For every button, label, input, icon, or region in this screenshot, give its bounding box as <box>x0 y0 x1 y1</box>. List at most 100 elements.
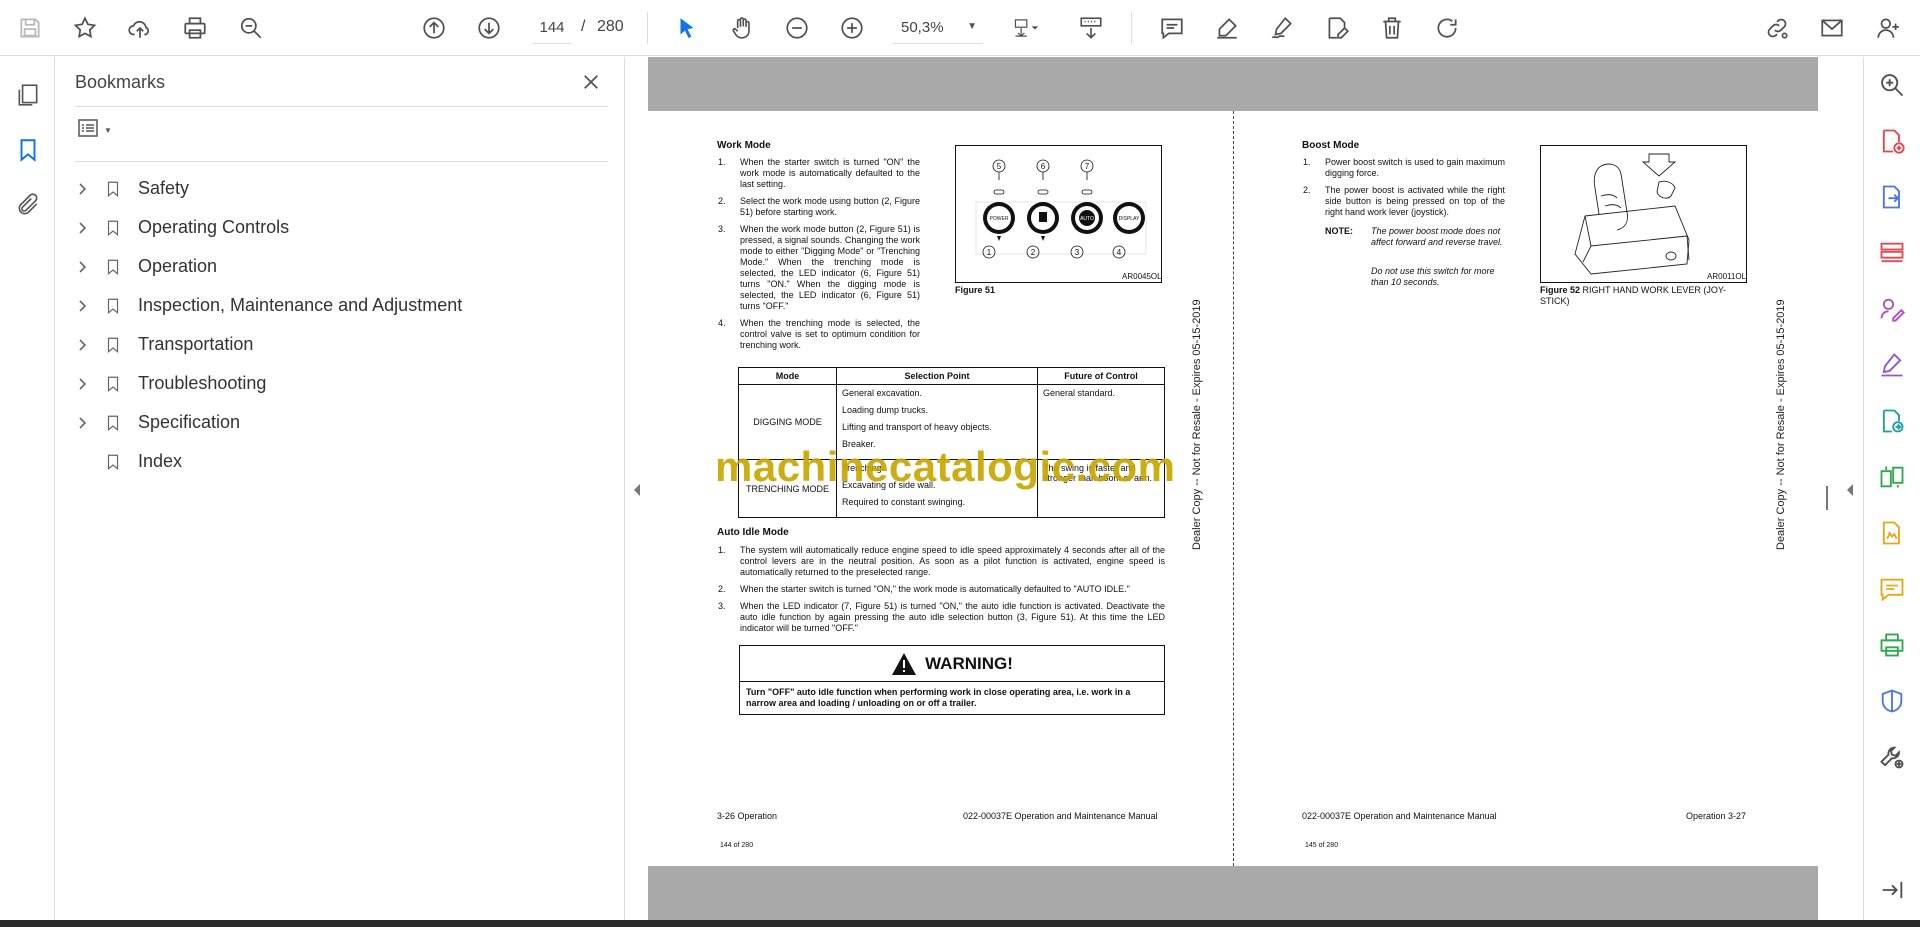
bookmark-options-menu[interactable]: ▼ <box>75 115 125 145</box>
panel-divider <box>75 106 608 107</box>
bookmark-label: Transportation <box>138 334 254 354</box>
zoom-out-icon[interactable] <box>779 10 815 46</box>
search-zoom-icon[interactable] <box>1874 67 1910 103</box>
zoom-level-dropdown[interactable]: 50,3% ▼ <box>891 12 983 44</box>
page-thumbnails-icon[interactable] <box>10 77 46 113</box>
delete-trash-icon[interactable] <box>1374 10 1410 46</box>
more-tools-icon[interactable] <box>1874 739 1910 775</box>
star-icon[interactable] <box>67 10 103 46</box>
callout-label: 7 <box>1085 162 1090 171</box>
bookmark-list: Safety Operating Controls Operation Insp… <box>70 169 610 481</box>
callout-label: 6 <box>1041 162 1046 171</box>
footer-section: Operation 3-27 <box>1686 811 1747 821</box>
protect-shield-icon[interactable] <box>1874 683 1910 719</box>
chevron-right-icon[interactable] <box>70 294 94 318</box>
figure-52-caption: Figure 52 RIGHT HAND WORK LEVER (JOY-STI… <box>1540 285 1745 307</box>
send-review-icon[interactable] <box>1874 403 1910 439</box>
selection-point: Loading dump trucks. <box>842 405 929 415</box>
list-text: When the LED indicator (7, Figure 51) is… <box>740 601 1165 633</box>
bookmark-item-index[interactable]: Index <box>70 442 610 481</box>
bookmark-item-safety[interactable]: Safety <box>70 169 610 208</box>
print-icon[interactable] <box>177 10 213 46</box>
table-header-row: Mode Selection Point Future of Control <box>738 367 1165 385</box>
left-tool-rail <box>0 57 55 927</box>
work-mode-heading: Work Mode <box>717 140 771 151</box>
compare-files-icon[interactable] <box>1874 459 1910 495</box>
chevron-down-icon: ▼ <box>104 125 112 135</box>
print-production-icon[interactable] <box>1874 627 1910 663</box>
redo-rotate-icon[interactable] <box>1429 10 1465 46</box>
chevron-right-icon[interactable] <box>70 333 94 357</box>
page-number-input[interactable] <box>531 12 573 44</box>
list-item: 1. When the starter switch is turned "ON"… <box>718 157 920 190</box>
bookmark-item-inspection[interactable]: Inspection, Maintenance and Adjustment <box>70 286 610 325</box>
boost-mode-heading: Boost Mode <box>1302 140 1360 151</box>
bookmark-label: Index <box>138 451 183 471</box>
organize-pages-icon[interactable] <box>1874 235 1910 271</box>
select-cursor-icon[interactable] <box>669 10 705 46</box>
next-page-icon[interactable] <box>471 10 507 46</box>
bookmark-item-specification[interactable]: Specification <box>70 403 610 442</box>
share-link-icon[interactable] <box>1759 10 1795 46</box>
bookmark-item-operating-controls[interactable]: Operating Controls <box>70 208 610 247</box>
collapse-tools-icon[interactable] <box>1874 872 1910 908</box>
selection-point: General excavation. <box>842 388 923 398</box>
taskbar-strip <box>0 920 1920 927</box>
collapse-left-panel-icon[interactable] <box>630 478 644 502</box>
fill-sign-icon[interactable] <box>1874 347 1910 383</box>
list-text: When the starter switch is turned "ON," … <box>740 584 1130 594</box>
warning-text: Turn "OFF" auto idle function when perfo… <box>746 687 1131 708</box>
bookmark-icon <box>100 333 126 357</box>
page-fit-icon[interactable] <box>1002 10 1050 46</box>
chevron-right-icon[interactable] <box>70 372 94 396</box>
bookmark-item-troubleshooting[interactable]: Troubleshooting <box>70 364 610 403</box>
bookmark-item-transportation[interactable]: Transportation <box>70 325 610 364</box>
bookmark-panel-icon[interactable] <box>10 132 46 168</box>
bookmark-icon <box>100 450 126 474</box>
email-envelope-icon[interactable] <box>1814 10 1850 46</box>
list-item: 2. When the starter switch is turned "ON,… <box>718 584 1165 595</box>
scroll-mode-icon[interactable] <box>1073 10 1109 46</box>
edit-text-icon[interactable] <box>1319 10 1355 46</box>
save-icon[interactable] <box>12 10 48 46</box>
export-pdf-icon[interactable] <box>1874 179 1910 215</box>
create-pdf-icon[interactable] <box>1874 123 1910 159</box>
callout-label: 3 <box>1075 248 1080 257</box>
chevron-right-icon[interactable] <box>70 411 94 435</box>
list-number: 1. <box>718 545 726 555</box>
upload-cloud-icon[interactable] <box>122 10 158 46</box>
hand-tool-icon[interactable] <box>724 10 760 46</box>
chevron-right-icon[interactable] <box>70 177 94 201</box>
list-item: 2. Select the work mode using button (2, … <box>718 196 920 218</box>
bookmark-arrow-placeholder <box>70 450 94 474</box>
account-user-icon[interactable] <box>1870 10 1906 46</box>
list-number: 1. <box>1303 157 1311 167</box>
chevron-right-icon[interactable] <box>70 255 94 279</box>
list-text: When the trenching mode is selected, the… <box>740 318 920 350</box>
comment-tool-icon[interactable] <box>1874 571 1910 607</box>
highlight-pen-icon[interactable] <box>1209 10 1245 46</box>
chevron-right-icon[interactable] <box>70 216 94 240</box>
collapse-right-panel-icon[interactable] <box>1843 478 1857 502</box>
list-text: The system will automatically reduce eng… <box>740 545 1165 577</box>
find-zoom-icon[interactable] <box>233 10 269 46</box>
draw-signature-icon[interactable] <box>1264 10 1300 46</box>
warning-triangle-icon <box>892 652 917 675</box>
boost-mode-list: 1. Power boost switch is used to gain max… <box>1303 157 1505 224</box>
close-icon[interactable] <box>576 67 606 97</box>
footer-manual: 022-00037E Operation and Maintenance Man… <box>963 811 1158 821</box>
toolbar-divider <box>647 12 648 44</box>
zoom-in-icon[interactable] <box>834 10 870 46</box>
table-header: Selection Point <box>836 367 1038 385</box>
attachment-paperclip-icon[interactable] <box>10 187 46 223</box>
bookmark-item-operation[interactable]: Operation <box>70 247 610 286</box>
scrollbar-thumb[interactable] <box>1826 486 1830 510</box>
bookmark-icon <box>100 177 126 201</box>
bookmark-label: Specification <box>138 412 241 432</box>
request-signature-icon[interactable] <box>1874 291 1910 327</box>
comment-icon[interactable] <box>1154 10 1190 46</box>
edit-pdf-icon[interactable] <box>1874 515 1910 551</box>
auto-idle-heading: Auto Idle Mode <box>717 527 789 538</box>
bookmark-icon <box>100 255 126 279</box>
previous-page-icon[interactable] <box>416 10 452 46</box>
